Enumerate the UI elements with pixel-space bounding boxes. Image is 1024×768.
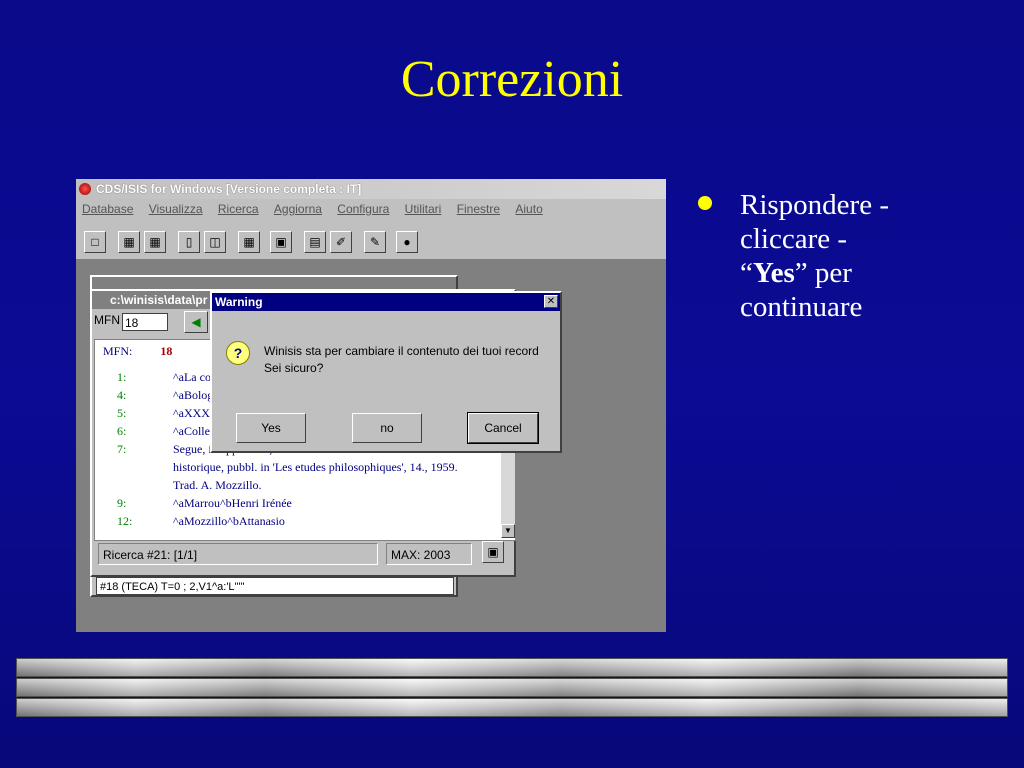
line-tag: 5: [117,406,127,420]
yes-button[interactable]: Yes [236,413,306,443]
lightbulb-icon[interactable]: ● [396,231,418,253]
record-line: historique, pubbl. in 'Les etudes philos… [95,460,515,478]
dialog-title: Warning [215,295,263,309]
menu-finestre[interactable]: Finestre [457,202,500,216]
menubar: Database Visualizza Ricerca Aggiorna Con… [76,199,666,219]
dialog-message-line2: Sei sicuro? [264,361,324,375]
bullet-item: Rispondere - cliccare - “Yes” per contin… [698,188,920,324]
bullet-dot [698,196,712,210]
close-icon[interactable]: ✕ [544,295,558,308]
line-content: historique, pubbl. in 'Les etudes philos… [173,460,458,474]
book-icon[interactable]: ▣ [482,541,504,563]
question-icon: ? [226,341,250,365]
pencil-icon[interactable]: ✎ [364,231,386,253]
line-tag: 9: [117,496,127,510]
record-line: 12: ^aMozzillo^bAttanasio [95,514,515,532]
menu-database[interactable]: Database [82,202,133,216]
first-record-icon[interactable]: ◀ [184,311,208,333]
scroll-down-icon[interactable]: ▼ [501,524,515,538]
record-header: MFN: 18 [103,344,172,359]
line-content: Trad. A. Mozzillo. [173,478,262,492]
decorative-bar [16,698,1008,717]
menu-configura[interactable]: Configura [337,202,389,216]
decorative-bar [16,658,1008,677]
menu-ricerca[interactable]: Ricerca [218,202,259,216]
slide-title: Correzioni [400,51,624,108]
mfn-input[interactable]: 18 [122,313,168,331]
line-tag: 6: [117,424,127,438]
dialog-message-line1: Winisis sta per cambiare il contenuto de… [264,344,539,358]
warning-dialog: Warning ✕ ? Winisis sta per cambiare il c… [210,291,562,453]
no-button[interactable]: no [352,413,422,443]
command-field[interactable]: #18 (TECA) T=0 ; 2,V1^a:'L'"" [96,577,454,595]
app-title: CDS/ISIS for Windows [Versione completa … [96,182,362,196]
app-titlebar: CDS/ISIS for Windows [Versione completa … [76,179,666,199]
record-mfn-label: MFN: [103,344,133,358]
record-line: 9: ^aMarrou^bHenri Irénée [95,496,515,514]
bullet-text: Rispondere - cliccare - “Yes” per contin… [740,188,920,324]
app-icon [79,183,91,195]
dialog-message: Winisis sta per cambiare il contenuto de… [264,343,539,377]
menu-utilitari[interactable]: Utilitari [405,202,442,216]
save-icon[interactable]: ▤ [304,231,326,253]
cancel-button[interactable]: Cancel [467,412,539,444]
edit-icon[interactable]: ✐ [330,231,352,253]
database-icon[interactable]: ▦ [118,231,140,253]
clipboard-icon[interactable]: ▯ [178,231,200,253]
menu-visualizza[interactable]: Visualizza [149,202,203,216]
bullet-bold: Yes [752,257,795,289]
line-content: ^aBolog [173,388,214,402]
line-content: ^aXXX [173,406,210,420]
decorative-bar [16,678,1008,697]
line-tag: 4: [117,388,127,402]
toolbar: □ ▦ ▦ ▯ ◫ ▦ ▣ ▤ ✐ ✎ ● [76,219,666,260]
screenshot: CDS/ISIS for Windows [Versione completa … [76,179,666,632]
max-status: MAX: 2003 [386,543,472,565]
menu-aggiorna[interactable]: Aggiorna [274,202,322,216]
print-icon[interactable]: ▣ [270,231,292,253]
menu-aiuto[interactable]: Aiuto [515,202,542,216]
copy-icon[interactable]: ◫ [204,231,226,253]
open-icon[interactable]: □ [84,231,106,253]
mfn-label: MFN [94,313,120,327]
dialog-titlebar: Warning ✕ [212,293,560,311]
decorative-bars [16,656,1008,718]
preview-icon[interactable]: ▦ [238,231,260,253]
line-content: ^aColle [173,424,210,438]
line-tag: 7: [117,442,127,456]
line-content: ^aLa co [173,370,211,384]
line-content: ^aMarrou^bHenri Irénée [173,496,292,510]
line-tag: 1: [117,370,127,384]
record-line: Trad. A. Mozzillo. [95,478,515,496]
line-content: ^aMozzillo^bAttanasio [173,514,285,528]
database2-icon[interactable]: ▦ [144,231,166,253]
record-mfn-value: 18 [160,344,173,358]
search-status: Ricerca #21: [1/1] [98,543,378,565]
line-tag: 12: [117,514,133,528]
